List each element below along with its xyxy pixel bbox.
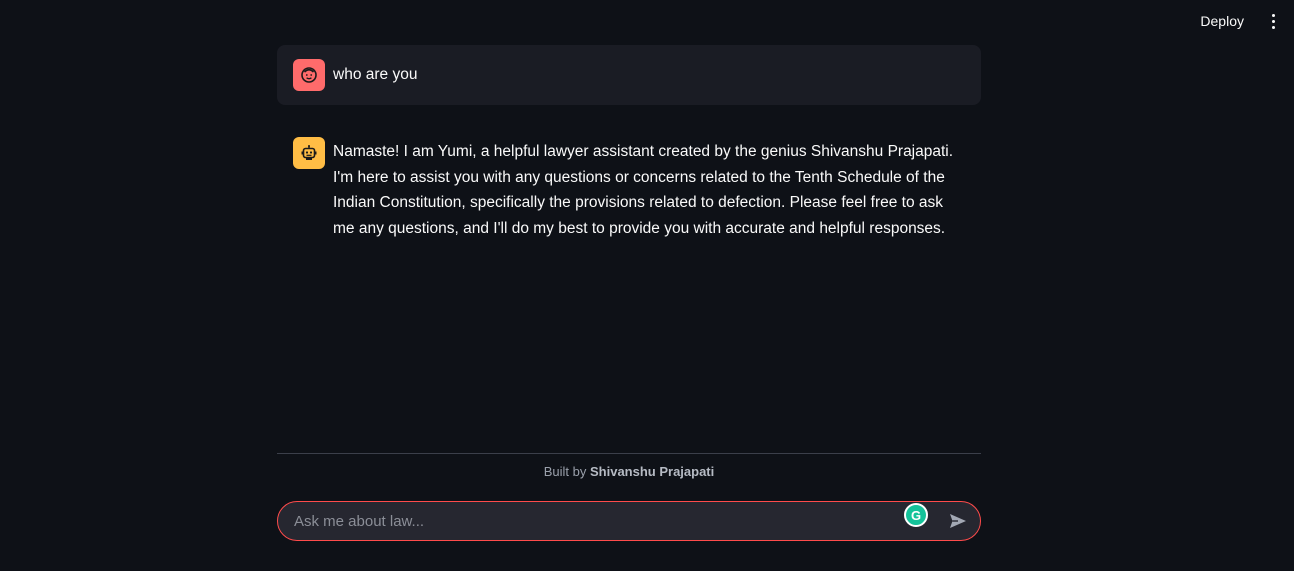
assistant-message: Namaste! I am Yumi, a helpful lawyer ass… bbox=[277, 124, 981, 254]
grammarly-glyph: G bbox=[910, 507, 922, 523]
chat-history: who are you Namaste! I am Yumi, a helpfu… bbox=[277, 45, 981, 254]
user-face-icon bbox=[293, 59, 325, 91]
chat-input[interactable] bbox=[278, 512, 942, 530]
footer-divider bbox=[277, 453, 981, 454]
assistant-message-text: Namaste! I am Yumi, a helpful lawyer ass… bbox=[333, 143, 954, 237]
grammarly-icon[interactable]: G bbox=[904, 503, 928, 527]
user-message-text: who are you bbox=[333, 66, 418, 84]
kebab-menu-icon[interactable] bbox=[1266, 11, 1280, 31]
chat-app: Deploy who are you Namaste! I am Yumi, a… bbox=[0, 0, 1294, 571]
built-by-author: Shivanshu Prajapati bbox=[589, 464, 715, 479]
top-toolbar: Deploy bbox=[1196, 0, 1294, 42]
built-by-prefix: Built by bbox=[543, 464, 590, 479]
send-icon[interactable] bbox=[942, 505, 974, 537]
chat-input-container bbox=[277, 501, 981, 541]
robot-icon bbox=[293, 137, 325, 169]
deploy-button[interactable]: Deploy bbox=[1196, 13, 1248, 29]
built-by-note: Built by Shivanshu Prajapati bbox=[277, 464, 981, 479]
user-message: who are you bbox=[277, 45, 981, 105]
